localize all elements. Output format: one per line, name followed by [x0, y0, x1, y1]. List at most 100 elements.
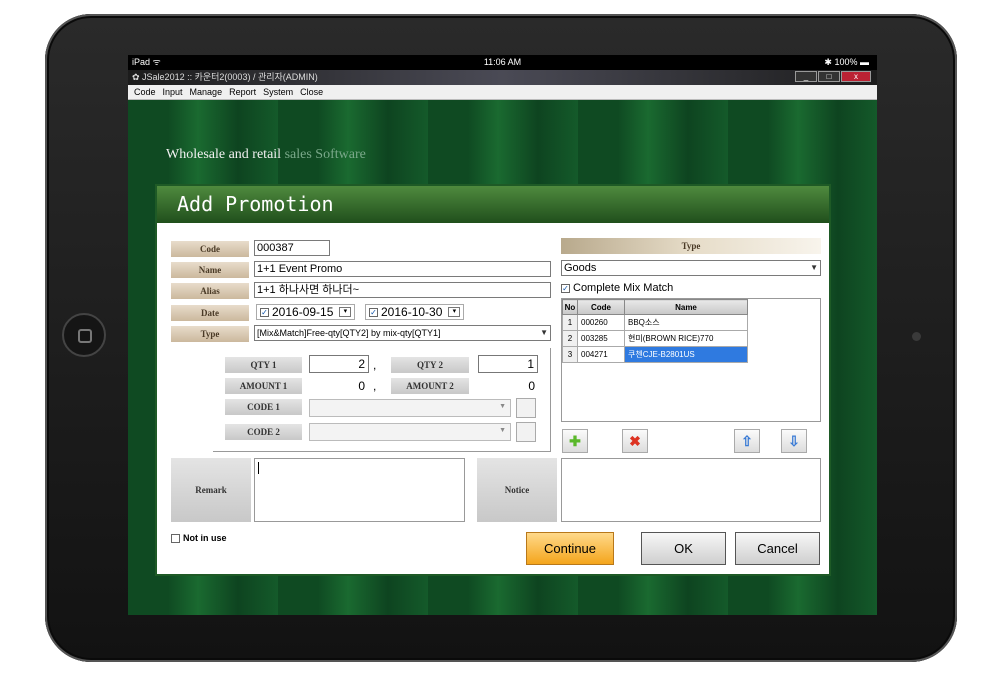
plus-icon: ✚ — [569, 433, 581, 449]
notice-label: Notice — [477, 458, 557, 522]
date-from-checkbox[interactable]: ✓ — [260, 307, 269, 317]
chevron-down-icon: ▼ — [540, 328, 548, 337]
menu-input[interactable]: Input — [163, 85, 183, 99]
date-to-value: 2016-10-30 — [381, 305, 443, 319]
close-window-button[interactable]: x — [841, 71, 871, 82]
complete-mix-label: Complete Mix Match — [573, 282, 674, 294]
clock: 11:06 AM — [483, 57, 522, 67]
code1-label: CODE 1 — [225, 399, 302, 415]
move-up-button[interactable]: ⇧ — [734, 429, 760, 453]
continue-button[interactable]: Continue — [526, 532, 614, 565]
name-field[interactable]: 1+1 Event Promo — [254, 261, 551, 277]
add-row-button[interactable]: ✚ — [562, 429, 588, 453]
menu-system[interactable]: System — [263, 85, 293, 99]
remark-textarea[interactable] — [254, 458, 465, 522]
alias-label: Alias — [171, 283, 249, 299]
type-select[interactable]: [Mix&Match]Free-qty[QTY2] by mix-qty[QTY… — [254, 325, 551, 341]
home-button[interactable] — [62, 313, 106, 357]
move-down-button[interactable]: ⇩ — [781, 429, 807, 453]
cancel-button[interactable]: Cancel — [735, 532, 820, 565]
table-row[interactable]: 3 004271 쿠첸CJE-B2801US — [562, 346, 748, 363]
goods-type-select[interactable]: Goods ▼ — [561, 260, 821, 276]
not-in-use-label: Not in use — [183, 533, 227, 543]
row-code: 000260 — [577, 314, 625, 331]
row-name: 현미(BROWN RICE)770 — [624, 330, 748, 347]
maximize-button[interactable]: □ — [818, 71, 840, 82]
complete-mix-checkbox[interactable]: ✓ — [561, 283, 570, 293]
window-titlebar: ✿ JSale2012 :: 카운터2(0003) / 관리자(ADMIN) _… — [128, 70, 877, 85]
app-icon: ✿ — [132, 72, 143, 82]
banner-title: Wholesale and retail sales Software — [166, 147, 366, 162]
calendar-icon[interactable]: ▾ — [339, 307, 352, 317]
chevron-down-icon: ▼ — [499, 427, 506, 434]
date-from-picker[interactable]: ✓ 2016-09-15 ▾ — [256, 304, 355, 320]
qty2-field[interactable]: 1 — [478, 355, 538, 373]
arrow-down-icon: ⇩ — [788, 433, 800, 449]
amount1-separator: , — [373, 379, 377, 393]
chevron-down-icon: ▼ — [499, 403, 506, 410]
row-code: 003285 — [577, 330, 625, 347]
code2-label: CODE 2 — [225, 424, 302, 440]
notice-textarea[interactable] — [561, 458, 821, 522]
menu-manage[interactable]: Manage — [190, 85, 223, 99]
dialog-title: Add Promotion — [157, 186, 829, 223]
code1-lookup-button[interactable] — [516, 398, 536, 418]
alias-field[interactable]: 1+1 하나사면 하나더~ — [254, 282, 551, 298]
row-no: 1 — [562, 314, 578, 331]
not-in-use-checkbox[interactable] — [171, 533, 180, 543]
type-label: Type — [171, 326, 249, 342]
goods-grid: No Code Name 1 000260 BBQ소스 2 003285 현미(… — [562, 299, 748, 363]
code-label: Code — [171, 241, 249, 257]
row-name: BBQ소스 — [624, 314, 748, 331]
delete-row-button[interactable]: ✖ — [622, 429, 648, 453]
menu-close[interactable]: Close — [300, 85, 323, 99]
code1-combo[interactable]: ▼ — [309, 399, 511, 417]
qty1-field[interactable]: 2 — [309, 355, 369, 373]
grid-header-no[interactable]: No — [562, 299, 578, 315]
text-cursor — [258, 462, 259, 474]
add-promotion-dialog: Add Promotion Code 000387 Name 1+1 Event… — [155, 184, 831, 576]
row-name: 쿠첸CJE-B2801US — [624, 346, 748, 363]
menu-report[interactable]: Report — [229, 85, 256, 99]
qty1-label: QTY 1 — [225, 357, 302, 373]
complete-mix-option[interactable]: ✓ Complete Mix Match — [561, 282, 673, 294]
menu-bar: Code Input Manage Report System Close — [128, 85, 877, 100]
code2-combo[interactable]: ▼ — [309, 423, 511, 441]
amount2-field[interactable]: 0 — [487, 379, 535, 393]
delete-icon: ✖ — [629, 433, 641, 449]
battery-indicator: ✱ 100% ▬ — [824, 57, 869, 67]
menu-code[interactable]: Code — [134, 85, 156, 99]
minimize-button[interactable]: _ — [795, 71, 817, 82]
table-row[interactable]: 1 000260 BBQ소스 — [562, 314, 748, 331]
status-bar: iPad ᯤ 11:06 AM ✱ 100% ▬ — [128, 55, 877, 70]
row-no: 3 — [562, 346, 578, 363]
not-in-use-option[interactable]: Not in use — [171, 533, 227, 543]
qty2-label: QTY 2 — [391, 357, 469, 373]
amount1-field[interactable]: 0 — [317, 379, 365, 393]
date-to-checkbox[interactable]: ✓ — [369, 307, 378, 317]
code2-lookup-button[interactable] — [516, 422, 536, 442]
window-title: JSale2012 :: 카운터2(0003) / 관리자(ADMIN) — [142, 72, 318, 82]
row-code: 004271 — [577, 346, 625, 363]
amount1-label: AMOUNT 1 — [225, 378, 302, 394]
name-label: Name — [171, 262, 249, 278]
camera-dot — [912, 332, 921, 341]
code-field[interactable]: 000387 — [254, 240, 330, 256]
screen: iPad ᯤ 11:06 AM ✱ 100% ▬ ✿ JSale2012 :: … — [128, 55, 877, 615]
amount2-label: AMOUNT 2 — [391, 378, 469, 394]
date-to-picker[interactable]: ✓ 2016-10-30 ▾ — [365, 304, 464, 320]
calendar-icon[interactable]: ▾ — [448, 307, 461, 317]
table-row[interactable]: 2 003285 현미(BROWN RICE)770 — [562, 330, 748, 347]
grid-header-code[interactable]: Code — [577, 299, 625, 315]
date-label: Date — [171, 305, 249, 321]
type-header: Type — [561, 238, 821, 254]
row-no: 2 — [562, 330, 578, 347]
date-from-value: 2016-09-15 — [272, 305, 334, 319]
chevron-down-icon: ▼ — [810, 263, 818, 272]
remark-label: Remark — [171, 458, 251, 522]
qty1-separator: , — [373, 358, 377, 372]
grid-header-name[interactable]: Name — [624, 299, 748, 315]
ok-button[interactable]: OK — [641, 532, 726, 565]
arrow-up-icon: ⇧ — [741, 433, 753, 449]
home-square-icon — [78, 329, 92, 343]
